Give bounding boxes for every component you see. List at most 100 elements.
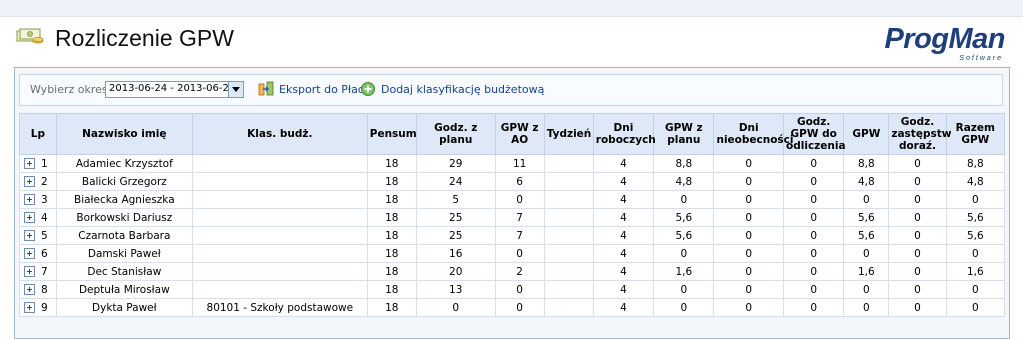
expand-row-icon[interactable] xyxy=(24,230,35,241)
column-header-pensum[interactable]: Pensum xyxy=(366,113,417,155)
row-lp-cell: 1 xyxy=(19,154,57,173)
table-row[interactable]: 5 Czarnota Barbara 18 25 7 4 5,6 0 0 5,6 0 5,6 xyxy=(19,226,1006,245)
expand-row-icon[interactable] xyxy=(24,266,35,277)
cell-godz-odl: 0 xyxy=(783,154,845,173)
expand-row-icon[interactable] xyxy=(24,176,35,187)
expand-row-icon[interactable] xyxy=(24,302,35,313)
expand-row-icon[interactable] xyxy=(24,284,35,295)
cell-gpw-ao: 11 xyxy=(494,154,545,173)
column-header-dni-rob[interactable]: Dni roboczych xyxy=(592,113,656,155)
expand-row-icon[interactable] xyxy=(24,194,35,205)
cell-gpw-plan: 1,6 xyxy=(653,262,715,281)
row-lp: 4 xyxy=(41,211,48,224)
cell-dni-nieob: 0 xyxy=(713,280,785,299)
column-header-godz-plan[interactable]: Godz. z planu xyxy=(415,113,496,155)
cell-dni-nieob: 0 xyxy=(713,226,785,245)
row-lp-cell: 4 xyxy=(19,208,57,227)
cell-gpw: 8,8 xyxy=(843,154,890,173)
cell-name: Adamiec Krzysztof xyxy=(55,154,193,173)
cell-gpw: 0 xyxy=(843,190,890,209)
expand-row-icon[interactable] xyxy=(24,248,35,259)
row-lp: 8 xyxy=(41,283,48,296)
cell-gpw: 4,8 xyxy=(843,172,890,191)
cell-zastepstw: 0 xyxy=(888,190,947,209)
cell-dni-rob: 4 xyxy=(592,262,655,281)
table-row[interactable]: 9 Dykta Paweł 80101 - Szkoły podstawowe 18 0… xyxy=(19,298,1006,317)
cell-godz-plan: 24 xyxy=(415,172,496,191)
cell-razem: 5,6 xyxy=(945,208,1006,227)
column-header-gpw[interactable]: GPW xyxy=(843,113,890,155)
column-header-name[interactable]: Nazwisko imię xyxy=(55,113,193,155)
cell-gpw: 5,6 xyxy=(843,226,890,245)
cell-name: Dykta Paweł xyxy=(55,298,193,317)
cell-zastepstw: 0 xyxy=(888,262,947,281)
table-row[interactable]: 3 Białecka Agnieszka 18 5 0 4 0 0 0 0 0 0 xyxy=(19,190,1006,209)
logo-main-text: ProgMan xyxy=(884,23,1005,55)
table-row[interactable]: 4 Borkowski Dariusz 18 25 7 4 5,6 0 0 5,6 0 5,6 xyxy=(19,208,1006,227)
logo-sub-text: Software xyxy=(959,55,1003,62)
cell-zastepstw: 0 xyxy=(888,280,947,299)
period-select[interactable]: 2013-06-24 - 2013-06-28 xyxy=(105,81,244,98)
cell-name: Białecka Agnieszka xyxy=(55,190,193,209)
row-lp-cell: 2 xyxy=(19,172,57,191)
export-button-label: Eksport do Płac xyxy=(279,82,364,96)
cell-gpw: 5,6 xyxy=(843,208,890,227)
cell-dni-rob: 4 xyxy=(592,280,655,299)
table-body: 1 Adamiec Krzysztof 18 29 11 4 8,8 0 0 8,8 0 8,8 2 Ba… xyxy=(19,154,1006,317)
column-header-gpw-plan[interactable]: GPW z planu xyxy=(653,113,715,155)
column-header-godz-odl[interactable]: Godz. GPW do odliczenia xyxy=(783,113,846,155)
cell-dni-rob: 4 xyxy=(592,298,655,317)
table-row[interactable]: 6 Damski Paweł 18 16 0 4 0 0 0 0 0 0 xyxy=(19,244,1006,263)
column-header-razem[interactable]: Razem GPW xyxy=(945,113,1006,155)
column-header-tydzien[interactable]: Tydzień xyxy=(543,113,594,155)
cell-gpw-ao: 7 xyxy=(494,208,545,227)
cell-name: Dec Stanisław xyxy=(55,262,193,281)
column-header-dni-nieob[interactable]: Dni nieobecności xyxy=(713,113,794,155)
top-strip xyxy=(0,0,1023,17)
cell-pensum: 18 xyxy=(366,262,417,281)
add-classification-button[interactable]: Dodaj klasyfikację budżetową xyxy=(360,80,544,98)
cell-name: Czarnota Barbara xyxy=(55,226,193,245)
cell-gpw-plan: 8,8 xyxy=(653,154,715,173)
cell-razem: 1,6 xyxy=(945,262,1006,281)
cell-name: Damski Paweł xyxy=(55,244,193,263)
cell-gpw-plan: 0 xyxy=(653,190,715,209)
cell-gpw-ao: 6 xyxy=(494,172,545,191)
table-row[interactable]: 7 Dec Stanisław 18 20 2 4 1,6 0 0 1,6 0 1,6 xyxy=(19,262,1006,281)
table-row[interactable]: 2 Balicki Grzegorz 18 24 6 4 4,8 0 0 4,8 0 4,8 xyxy=(19,172,1006,191)
table-row[interactable]: 1 Adamiec Krzysztof 18 29 11 4 8,8 0 0 8,8 0 8,8 xyxy=(19,154,1006,173)
column-header-klas[interactable]: Klas. budż. xyxy=(191,113,368,155)
column-header-gpw-ao[interactable]: GPW z AO xyxy=(494,113,545,155)
cell-godz-plan: 16 xyxy=(415,244,496,263)
row-lp: 1 xyxy=(41,157,48,170)
cell-zastepstw: 0 xyxy=(888,154,947,173)
cell-pensum: 18 xyxy=(366,190,417,209)
cell-gpw-plan: 4,8 xyxy=(653,172,715,191)
row-lp-cell: 6 xyxy=(19,244,57,263)
column-header-zastepstw[interactable]: Godz. zastępstw doraź. xyxy=(888,113,951,155)
row-lp-cell: 9 xyxy=(19,298,57,317)
row-lp-cell: 3 xyxy=(19,190,57,209)
row-lp: 7 xyxy=(41,265,48,278)
cell-gpw: 0 xyxy=(843,280,890,299)
row-lp-cell: 5 xyxy=(19,226,57,245)
export-icon xyxy=(258,81,274,96)
cell-tydzien xyxy=(543,262,594,281)
cell-klas xyxy=(191,244,368,263)
progman-logo: ProgMan Software xyxy=(865,21,1005,65)
cell-tydzien xyxy=(543,298,594,317)
column-header-lp[interactable]: Lp xyxy=(19,113,57,155)
expand-row-icon[interactable] xyxy=(24,212,35,223)
row-lp: 6 xyxy=(41,247,48,260)
table-row[interactable]: 8 Deptuła Mirosław 18 13 0 4 0 0 0 0 0 0 xyxy=(19,280,1006,299)
cell-pensum: 18 xyxy=(366,208,417,227)
row-lp-cell: 8 xyxy=(19,280,57,299)
export-button[interactable]: Eksport do Płac xyxy=(258,80,364,98)
settlement-panel: Wybierz okres 2013-06-24 - 2013-06-28 Ek… xyxy=(14,67,1010,339)
expand-row-icon[interactable] xyxy=(24,158,35,169)
cell-pensum: 18 xyxy=(366,280,417,299)
cell-pensum: 18 xyxy=(366,298,417,317)
row-lp: 5 xyxy=(41,229,48,242)
chevron-down-icon[interactable] xyxy=(228,82,243,97)
cell-dni-nieob: 0 xyxy=(713,244,785,263)
